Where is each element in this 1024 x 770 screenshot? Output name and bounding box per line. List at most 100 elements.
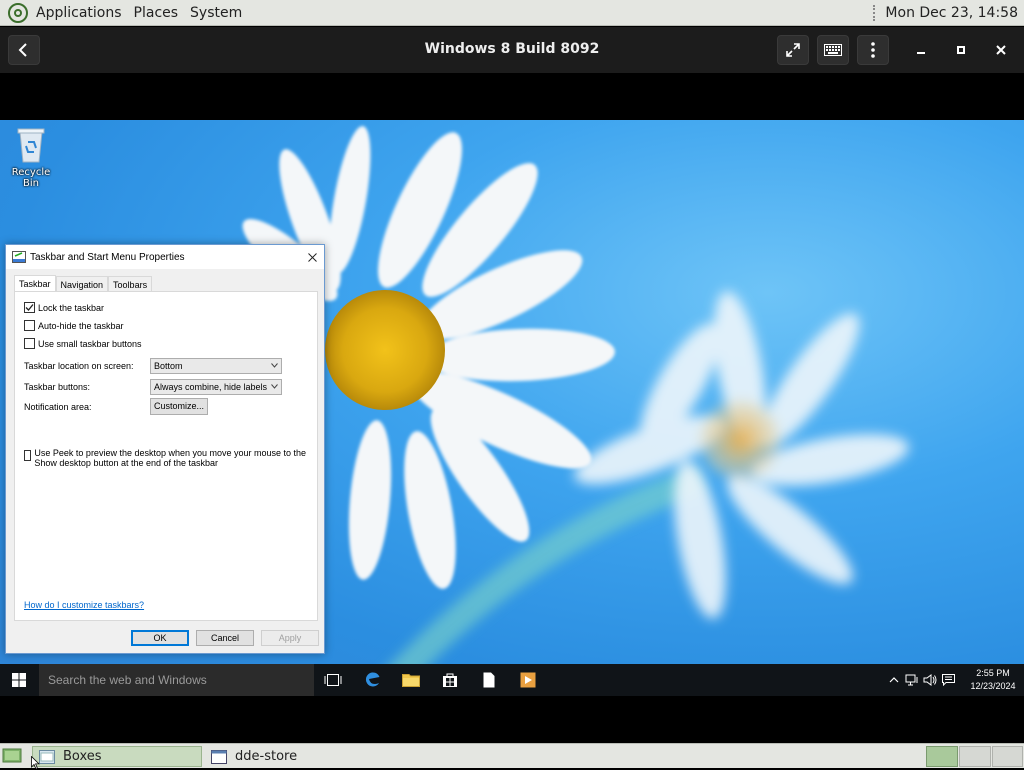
workspace-switcher-2[interactable]: [959, 746, 991, 767]
menu-applications[interactable]: Applications: [30, 0, 128, 26]
taskbar-properties-dialog: Taskbar and Start Menu Properties Taskba…: [5, 244, 325, 654]
peek-row[interactable]: Use Peek to preview the desktop when you…: [24, 448, 309, 468]
buttons-select[interactable]: Always combine, hide labels: [150, 379, 282, 395]
peek-checkbox[interactable]: [24, 450, 32, 461]
dialog-close-button[interactable]: [300, 246, 324, 268]
chevron-left-icon: [18, 43, 27, 57]
menu-places[interactable]: Places: [128, 0, 185, 26]
maximize-button[interactable]: [946, 35, 976, 65]
workspace-switcher-1[interactable]: [926, 746, 958, 767]
tab-taskbar[interactable]: Taskbar: [14, 275, 56, 292]
vm-display[interactable]: Recycle Bin Taskbar and Start Menu Prope…: [0, 73, 1024, 743]
lock-taskbar-checkbox[interactable]: [24, 302, 35, 313]
tray-notifications-button[interactable]: [939, 664, 957, 696]
task-label-boxes: Boxes: [63, 749, 102, 764]
task-button-boxes[interactable]: Boxes: [32, 746, 202, 767]
show-desktop-icon[interactable]: [2, 747, 22, 765]
notification-label: Notification area:: [24, 402, 92, 412]
location-label: Taskbar location on screen:: [24, 361, 134, 371]
store-button[interactable]: [431, 664, 469, 696]
chevron-down-icon: [271, 363, 278, 368]
small-buttons-row[interactable]: Use small taskbar buttons: [24, 338, 142, 349]
taskbar-clock-time: 2:55 PM: [976, 668, 1010, 678]
document-button[interactable]: [470, 664, 508, 696]
close-icon: [307, 252, 317, 262]
chevron-up-icon: [889, 677, 899, 683]
taskbar-properties-icon: [12, 251, 26, 263]
lock-taskbar-label: Lock the taskbar: [38, 302, 105, 313]
auto-hide-label: Auto-hide the taskbar: [38, 320, 124, 331]
window-app-icon: [211, 749, 227, 764]
task-button-dde-store[interactable]: dde-store: [205, 746, 375, 767]
tray-volume-button[interactable]: [921, 664, 939, 696]
small-buttons-label: Use small taskbar buttons: [38, 338, 142, 349]
task-label-dde-store: dde-store: [235, 749, 298, 764]
recycle-bin-icon: [17, 128, 45, 163]
dialog-body: Taskbar Navigation Toolbars Lock the tas…: [6, 269, 324, 653]
recycle-bin-shortcut[interactable]: Recycle Bin: [4, 126, 58, 189]
edge-button[interactable]: [354, 664, 392, 696]
panel-right: Mon Dec 23, 14:58: [873, 0, 1024, 26]
location-select[interactable]: Bottom: [150, 358, 282, 374]
customize-button[interactable]: Customize...: [150, 398, 208, 415]
auto-hide-checkbox[interactable]: [24, 320, 35, 331]
buttons-value: Always combine, hide labels: [154, 382, 268, 392]
boxes-app-icon: [39, 749, 55, 764]
chevron-down-icon: [271, 384, 278, 389]
media-player-icon: [520, 672, 536, 688]
top-panel: Applications Places System Mon Dec 23, 1…: [0, 0, 1024, 26]
menu-system[interactable]: System: [184, 0, 248, 26]
gnome-foot-icon[interactable]: [8, 2, 28, 23]
apply-button[interactable]: Apply: [261, 630, 319, 646]
file-explorer-button[interactable]: [392, 664, 430, 696]
media-player-button[interactable]: [509, 664, 547, 696]
network-icon: [905, 674, 918, 686]
minimize-icon: [917, 52, 925, 54]
small-buttons-checkbox[interactable]: [24, 338, 35, 349]
checkmark-icon: [25, 304, 34, 311]
close-icon: [996, 45, 1006, 55]
tab-navigation[interactable]: Navigation: [55, 276, 109, 292]
fullscreen-icon: [786, 43, 800, 57]
keyboard-button[interactable]: [817, 35, 849, 65]
store-bag-icon: [443, 673, 457, 687]
tab-toolbars[interactable]: Toolbars: [108, 276, 153, 292]
windows-taskbar: Search the web and Windows 2:55 PM 12/23…: [0, 664, 1024, 696]
document-icon: [483, 672, 495, 688]
message-icon: [941, 674, 955, 686]
auto-hide-row[interactable]: Auto-hide the taskbar: [24, 320, 124, 331]
lock-taskbar-row[interactable]: Lock the taskbar: [24, 302, 104, 313]
dialog-titlebar[interactable]: Taskbar and Start Menu Properties: [6, 245, 324, 269]
windows-logo-icon: [12, 673, 26, 687]
task-view-button[interactable]: [314, 664, 352, 696]
keyboard-icon: [824, 44, 842, 56]
dialog-title: Taskbar and Start Menu Properties: [30, 251, 185, 263]
minimize-button[interactable]: [906, 35, 936, 65]
bottom-panel: Boxes dde-store: [0, 743, 1024, 768]
recycle-bin-label: Recycle Bin: [11, 167, 51, 189]
menu-button[interactable]: [857, 35, 889, 65]
panel-clock[interactable]: Mon Dec 23, 14:58: [885, 5, 1024, 21]
windows-search-box[interactable]: Search the web and Windows: [39, 664, 314, 696]
ok-button[interactable]: OK: [131, 630, 189, 646]
more-vertical-icon: [871, 42, 875, 58]
maximize-icon: [957, 46, 965, 54]
tray-network-button[interactable]: [903, 664, 921, 696]
volume-icon: [923, 674, 937, 686]
panel-grip-handle[interactable]: [873, 4, 877, 21]
fullscreen-button[interactable]: [777, 35, 809, 65]
windows-desktop[interactable]: Recycle Bin Taskbar and Start Menu Prope…: [0, 120, 1024, 696]
folder-icon: [402, 674, 420, 687]
buttons-label: Taskbar buttons:: [24, 382, 91, 392]
close-button[interactable]: [986, 35, 1016, 65]
help-link[interactable]: How do I customize taskbars?: [24, 600, 144, 610]
cancel-button[interactable]: Cancel: [196, 630, 254, 646]
tab-panel-taskbar: Lock the taskbar Auto-hide the taskbar U…: [14, 291, 318, 621]
workspace-switcher-3[interactable]: [992, 746, 1023, 767]
start-button[interactable]: [0, 664, 38, 696]
taskbar-clock[interactable]: 2:55 PM 12/23/2024: [964, 667, 1022, 693]
back-button[interactable]: [8, 35, 40, 65]
boxes-header-bar: Windows 8 Build 8092: [0, 27, 1024, 73]
tray-overflow-button[interactable]: [885, 664, 903, 696]
peek-label: Use Peek to preview the desktop when you…: [34, 448, 307, 468]
